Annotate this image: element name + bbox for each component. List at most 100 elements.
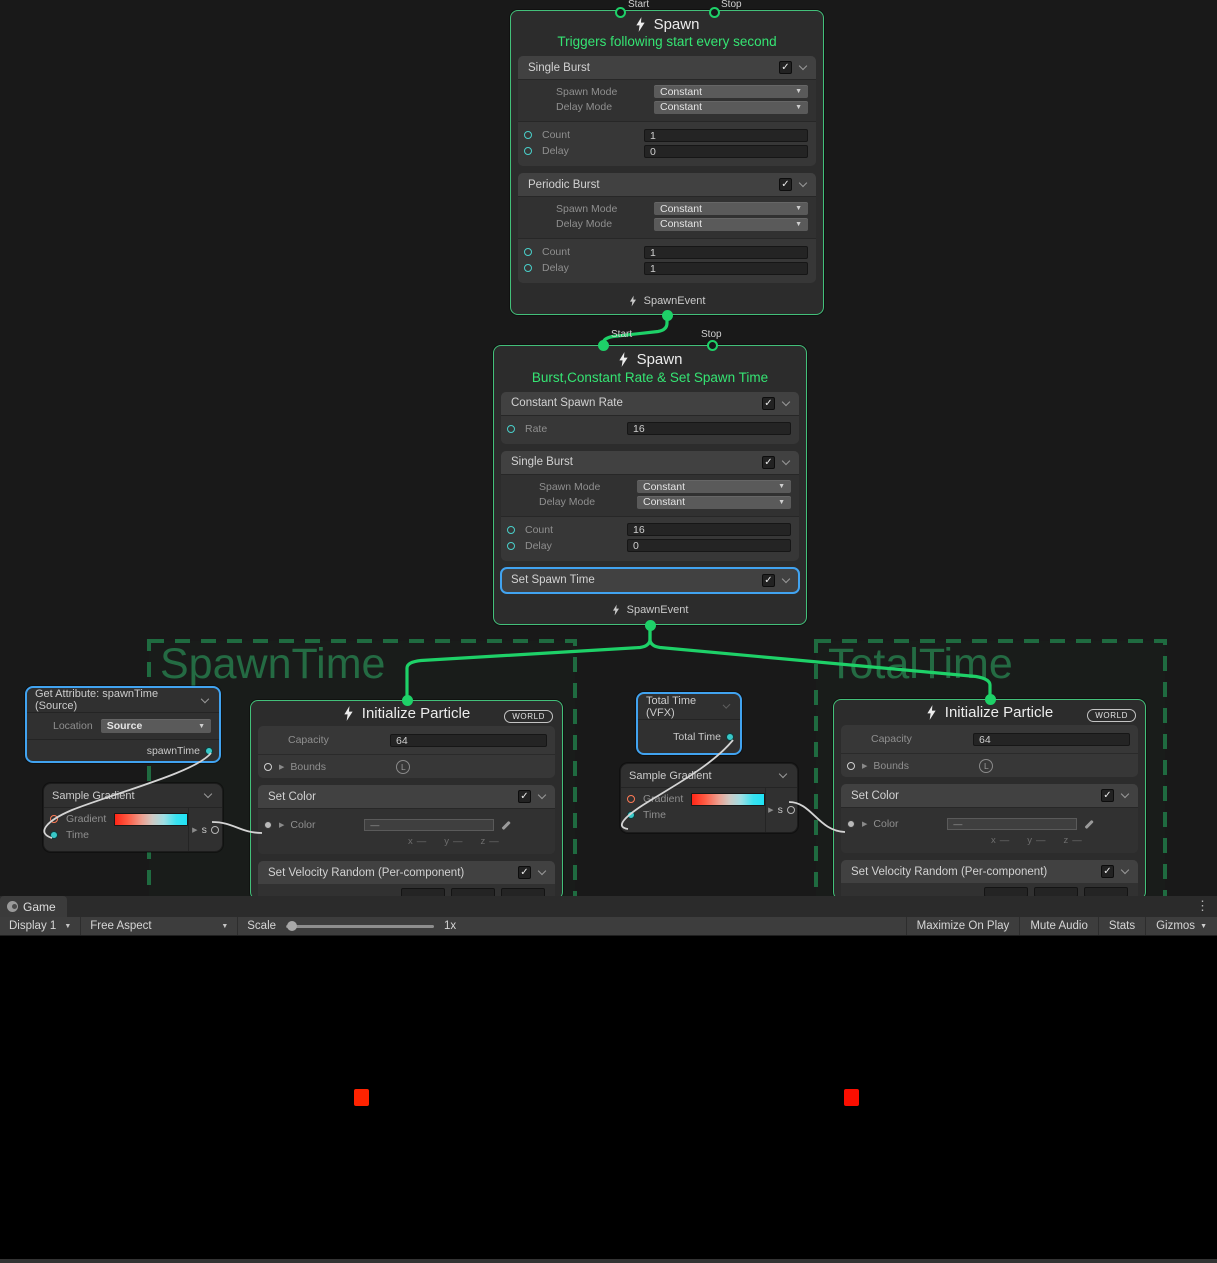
gizmos-dropdown[interactable]: Gizmos ▼ — [1145, 917, 1217, 935]
mute-audio-button[interactable]: Mute Audio — [1019, 917, 1098, 935]
flow-port-stop[interactable] — [707, 340, 718, 351]
delay-field[interactable]: 0 — [644, 145, 808, 158]
flow-port-start[interactable] — [598, 340, 609, 351]
spawn-mode-dropdown[interactable]: Constant ▼ — [654, 202, 808, 215]
flow-port-init-left-in[interactable] — [402, 695, 413, 706]
block-header[interactable]: Set Spawn Time ✓ — [501, 568, 799, 593]
block-header[interactable]: Single Burst ✓ — [501, 451, 799, 474]
gradient-preview[interactable] — [114, 813, 188, 826]
block-header[interactable]: Set Velocity Random (Per-component) ✓ — [841, 860, 1138, 883]
block-periodic-burst[interactable]: Periodic Burst ✓ Spawn Mode Constant ▼ — [518, 173, 816, 283]
spawn-mode-dropdown[interactable]: Constant ▼ — [637, 480, 791, 493]
sample-output-port[interactable] — [211, 826, 219, 834]
stats-button[interactable]: Stats — [1098, 917, 1145, 935]
delay-field[interactable]: 1 — [644, 262, 808, 275]
block-set-color[interactable]: Set Color ✓ ▶ Color — x— y— — [841, 784, 1138, 853]
eyedropper-icon[interactable] — [500, 819, 512, 831]
gradient-input-port[interactable] — [50, 815, 58, 823]
group-label-spawntime[interactable]: SpawnTime — [160, 640, 385, 689]
block-enabled-checkbox[interactable]: ✓ — [779, 61, 792, 74]
chevron-down-icon[interactable] — [799, 62, 807, 70]
delay-mode-dropdown[interactable]: Constant ▼ — [654, 101, 808, 114]
world-space-badge[interactable]: WORLD — [1087, 709, 1136, 722]
count-port[interactable] — [507, 526, 515, 534]
block-set-color[interactable]: Set Color ✓ ▶ Color — x— y— — [258, 785, 555, 854]
flow-port-stop[interactable] — [709, 7, 720, 18]
block-enabled-checkbox[interactable]: ✓ — [518, 866, 531, 879]
node-spawn-mid[interactable]: Spawn Burst,Constant Rate & Set Spawn Ti… — [493, 345, 807, 625]
color-input-port[interactable] — [264, 821, 272, 829]
block-enabled-checkbox[interactable]: ✓ — [1101, 865, 1114, 878]
node-get-attribute-spawntime[interactable]: Get Attribute: spawnTime (Source) Locati… — [25, 686, 221, 763]
node-total-time[interactable]: Total Time (VFX) Total Time — [636, 692, 742, 755]
time-input-port[interactable] — [627, 811, 635, 819]
block-set-spawn-time[interactable]: Set Spawn Time ✓ — [501, 568, 799, 593]
flow-port-spawnevent-out[interactable] — [662, 310, 673, 321]
chevron-down-icon[interactable] — [538, 867, 546, 875]
capacity-field[interactable]: 64 — [973, 733, 1130, 746]
block-header[interactable]: Constant Spawn Rate ✓ — [501, 392, 799, 415]
expand-arrow-icon[interactable]: ▶ — [279, 821, 284, 829]
delay-port[interactable] — [524, 147, 532, 155]
block-header[interactable]: Set Color ✓ — [258, 785, 555, 808]
gradient-input-port[interactable] — [627, 795, 635, 803]
sample-output-port[interactable] — [787, 806, 795, 814]
chevron-down-icon[interactable] — [204, 790, 212, 798]
block-header[interactable]: Single Burst ✓ — [518, 56, 816, 79]
node-initialize-particle-left[interactable]: Initialize Particle WORLD Capacity 64 ▶ … — [250, 700, 563, 900]
chevron-down-icon[interactable] — [782, 457, 790, 465]
time-input-port[interactable] — [50, 831, 58, 839]
block-header[interactable]: Set Color ✓ — [841, 784, 1138, 807]
delay-port[interactable] — [507, 542, 515, 550]
rate-field[interactable]: 16 — [627, 422, 791, 435]
gradient-preview[interactable] — [691, 793, 765, 806]
color-input-port[interactable] — [847, 820, 855, 828]
tab-game[interactable]: Game — [0, 896, 67, 917]
delay-mode-dropdown[interactable]: Constant ▼ — [654, 218, 808, 231]
maximize-on-play-button[interactable]: Maximize On Play — [906, 917, 1020, 935]
chevron-down-icon[interactable] — [201, 694, 209, 702]
block-enabled-checkbox[interactable]: ✓ — [762, 397, 775, 410]
kebab-menu-icon[interactable]: ⋮ — [1196, 898, 1209, 914]
flow-edge-spawnevent-to-init-left[interactable] — [407, 626, 650, 701]
node-sample-gradient-left[interactable]: Sample Gradient Gradient Time ▶ s — [43, 783, 223, 852]
chevron-down-icon[interactable] — [538, 791, 546, 799]
group-label-totaltime[interactable]: TotalTime — [828, 640, 1013, 689]
expand-arrow-icon[interactable]: ▶ — [279, 763, 284, 771]
expand-arrow-icon[interactable]: ▶ — [862, 762, 867, 770]
flow-port-spawnevent-out[interactable] — [645, 620, 656, 631]
chevron-down-icon[interactable] — [779, 770, 787, 778]
world-space-badge[interactable]: WORLD — [504, 710, 553, 723]
block-enabled-checkbox[interactable]: ✓ — [1101, 789, 1114, 802]
flow-port-init-right-in[interactable] — [985, 694, 996, 705]
spawn-mode-dropdown[interactable]: Constant ▼ — [654, 85, 808, 98]
rate-port[interactable] — [507, 425, 515, 433]
chevron-down-icon[interactable] — [782, 575, 790, 583]
block-enabled-checkbox[interactable]: ✓ — [762, 456, 775, 469]
flow-port-start[interactable] — [615, 7, 626, 18]
spawntime-output-port[interactable] — [205, 747, 213, 755]
capacity-field[interactable]: 64 — [390, 734, 547, 747]
chevron-down-icon[interactable] — [1121, 790, 1129, 798]
node-spawn-top[interactable]: Spawn Triggers following start every sec… — [510, 10, 824, 315]
bounds-port[interactable] — [264, 763, 272, 771]
block-enabled-checkbox[interactable]: ✓ — [518, 790, 531, 803]
node-sample-gradient-right[interactable]: Sample Gradient Gradient Time ▶ s — [620, 763, 798, 833]
count-port[interactable] — [524, 248, 532, 256]
count-field[interactable]: 16 — [627, 523, 791, 536]
delay-port[interactable] — [524, 264, 532, 272]
block-constant-spawn-rate[interactable]: Constant Spawn Rate ✓ Rate 16 — [501, 392, 799, 444]
count-field[interactable]: 1 — [644, 246, 808, 259]
node-initialize-particle-right[interactable]: Initialize Particle WORLD Capacity 64 ▶ … — [833, 699, 1146, 900]
count-field[interactable]: 1 — [644, 129, 808, 142]
count-port[interactable] — [524, 131, 532, 139]
total-time-output-port[interactable] — [726, 733, 734, 741]
block-header[interactable]: Periodic Burst ✓ — [518, 173, 816, 196]
location-dropdown[interactable]: Source ▼ — [101, 719, 211, 733]
chevron-down-icon[interactable] — [782, 398, 790, 406]
bounds-link-icon[interactable]: L — [396, 760, 410, 774]
block-enabled-checkbox[interactable]: ✓ — [779, 178, 792, 191]
eyedropper-icon[interactable] — [1083, 818, 1095, 830]
block-set-velocity-random[interactable]: Set Velocity Random (Per-component) ✓ — [841, 860, 1138, 901]
scale-slider[interactable] — [286, 925, 434, 928]
